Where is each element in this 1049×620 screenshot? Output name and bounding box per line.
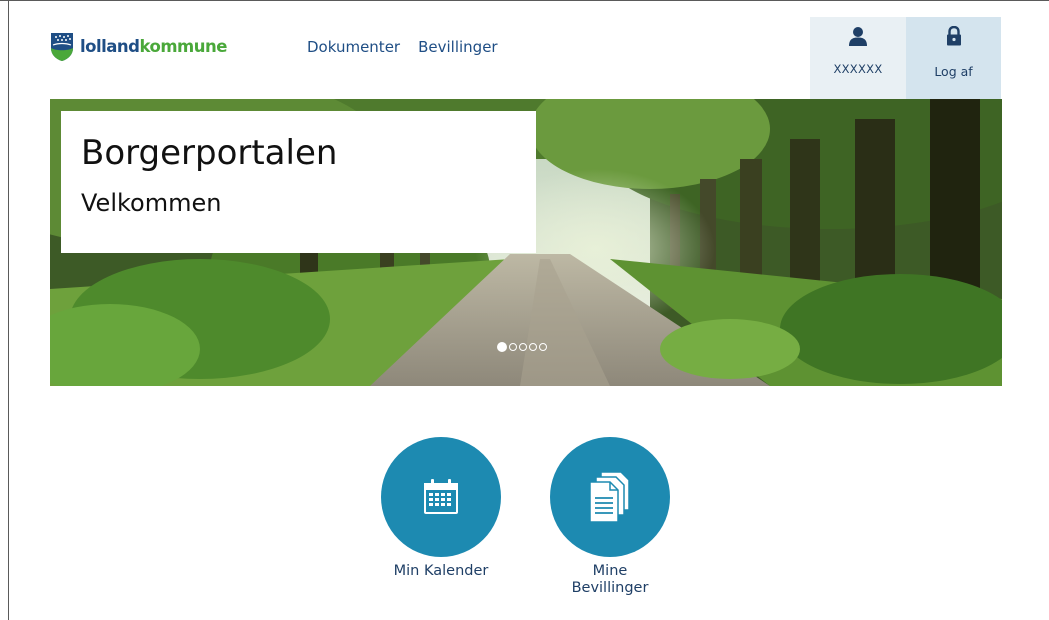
hero-subtitle: Velkommen [81, 189, 222, 217]
lolland-crest-icon [50, 32, 74, 62]
user-account-button[interactable]: XXXXXX [810, 17, 906, 99]
carousel-dot-3[interactable] [519, 343, 527, 351]
username-label: XXXXXX [833, 62, 883, 76]
main-nav: Dokumenter Bevillinger [307, 38, 498, 56]
lolland-kommune-logo[interactable]: lollandkommune [50, 30, 227, 64]
calendar-icon [424, 479, 458, 514]
carousel-dot-5[interactable] [539, 343, 547, 351]
tile-min-kalender[interactable]: Min Kalender [371, 437, 511, 580]
nav-link-dokumenter[interactable]: Dokumenter [307, 38, 400, 56]
user-icon [810, 26, 906, 48]
logout-button[interactable]: Log af [906, 17, 1001, 99]
tile-min-kalender-label[interactable]: Min Kalender [371, 563, 511, 580]
carousel-dot-1[interactable] [497, 342, 507, 352]
hero-carousel: Borgerportalen Velkommen [50, 99, 1002, 386]
logo-text-lolland: lolland [80, 36, 140, 56]
logo-wordmark: lollandkommune [80, 36, 228, 56]
logout-label: Log af [934, 64, 973, 79]
carousel-dot-2[interactable] [509, 343, 517, 351]
window-top-border [0, 0, 1049, 1]
window-left-border [8, 0, 9, 620]
tile-mine-bevillinger-label[interactable]: Mine Bevillinger [565, 563, 655, 597]
logo-text-kommune: kommune [139, 36, 228, 56]
carousel-dot-4[interactable] [529, 343, 537, 351]
tile-mine-bevillinger[interactable]: Mine Bevillinger [540, 437, 680, 597]
nav-link-bevillinger[interactable]: Bevillinger [418, 38, 498, 56]
hero-card: Borgerportalen Velkommen [61, 111, 536, 253]
tile-min-kalender-circle[interactable] [381, 437, 501, 557]
tile-mine-bevillinger-circle[interactable] [550, 437, 670, 557]
lock-icon [906, 26, 1001, 48]
hero-title: Borgerportalen [81, 133, 338, 173]
documents-icon [589, 471, 630, 523]
carousel-indicators [497, 342, 547, 352]
